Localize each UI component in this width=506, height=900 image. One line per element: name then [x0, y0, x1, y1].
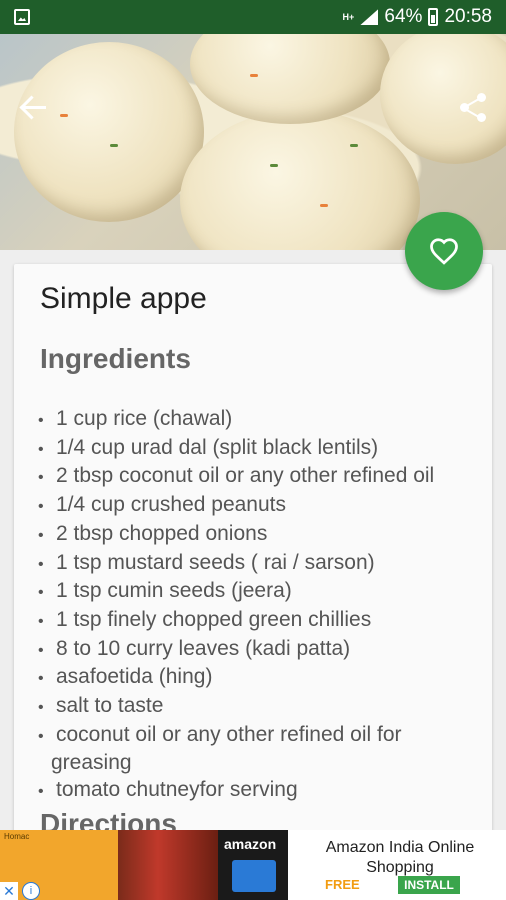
- ingredient-item: 1/4 cup urad dal (split black lentils): [38, 435, 478, 464]
- ingredient-item: 2 tbsp chopped onions: [38, 521, 478, 550]
- favorite-button[interactable]: [405, 212, 483, 290]
- ingredient-item: 1 tsp cumin seeds (jeera): [38, 578, 478, 607]
- ad-title[interactable]: Amazon India Online Shopping: [300, 838, 500, 878]
- share-icon[interactable]: [458, 92, 488, 122]
- ingredient-item: 1 tsp mustard seeds ( rai / sarson): [38, 550, 478, 579]
- ingredient-item: 1 cup rice (chawal): [38, 406, 478, 435]
- ingredient-item: 1 tsp finely chopped green chillies: [38, 607, 478, 636]
- heart-outline-icon: [430, 238, 458, 265]
- ad-close-icon[interactable]: ✕: [0, 882, 18, 900]
- ingredient-item: tomato chutneyfor serving: [38, 777, 478, 806]
- battery-percent: 64%: [384, 6, 423, 27]
- food-item: [180, 110, 420, 250]
- ingredient-item: asafoetida (hing): [38, 664, 478, 693]
- amazon-logo-text: amazon: [224, 836, 277, 852]
- food-item: [14, 42, 204, 222]
- ingredient-item: 2 tbsp coconut oil or any other refined …: [38, 463, 478, 492]
- ingredients-list: 1 cup rice (chawal) 1/4 cup urad dal (sp…: [38, 406, 478, 806]
- garnish: [320, 204, 328, 207]
- garnish: [250, 74, 258, 77]
- amazon-logo[interactable]: amazon: [218, 830, 288, 900]
- ad-install-button[interactable]: INSTALL: [398, 876, 460, 894]
- signal-icon: [360, 9, 379, 25]
- network-type: H+: [342, 11, 355, 22]
- back-arrow-icon[interactable]: [20, 94, 48, 122]
- clock: 20:58: [444, 6, 492, 27]
- garnish: [110, 144, 118, 147]
- ad-banner[interactable]: Homac ✕ i amazon Amazon India Online Sho…: [0, 830, 506, 900]
- ingredient-item: 8 to 10 curry leaves (kadi patta): [38, 636, 478, 665]
- cart-icon: [232, 860, 276, 892]
- ad-price-label: FREE: [325, 877, 360, 892]
- ingredient-item: coconut oil or any other refined oil for…: [38, 722, 478, 777]
- ad-info-icon[interactable]: i: [22, 882, 40, 900]
- food-item: [190, 34, 390, 124]
- gallery-icon: [14, 9, 30, 25]
- garnish: [350, 144, 358, 147]
- battery-icon: [428, 8, 439, 26]
- ingredient-item: 1/4 cup crushed peanuts: [38, 492, 478, 521]
- garnish: [60, 114, 68, 117]
- status-bar: H+ 64% 20:58: [0, 0, 506, 34]
- ingredients-heading: Ingredients: [40, 343, 191, 374]
- ad-thumbnail-text: Homac: [4, 832, 30, 841]
- garnish: [270, 164, 278, 167]
- ingredient-item: salt to taste: [38, 693, 478, 722]
- ad-photo[interactable]: [118, 830, 218, 900]
- recipe-title: Simple appe: [40, 282, 207, 315]
- status-indicators: H+ 64% 20:58: [342, 0, 492, 34]
